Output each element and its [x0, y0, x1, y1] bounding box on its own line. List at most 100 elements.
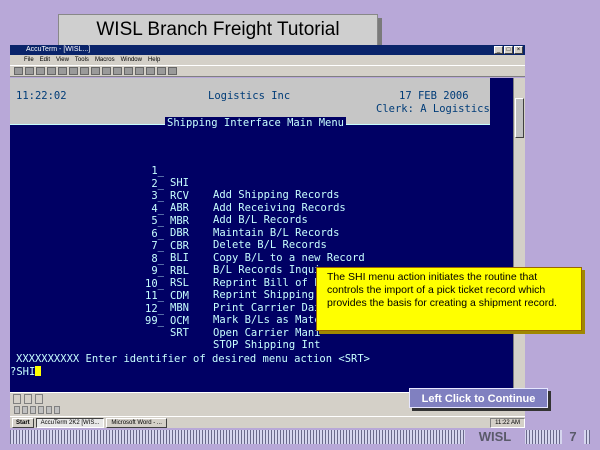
- page-number: 7: [562, 429, 584, 445]
- menu-item-code: MBR: [170, 214, 189, 227]
- menu-title: Shipping Interface Main Menu: [165, 117, 347, 129]
- menu-tools[interactable]: Tools: [75, 55, 89, 65]
- menu-item-number: 6_: [151, 227, 164, 240]
- task-word[interactable]: Microsoft Word - ...: [106, 417, 167, 428]
- menu-item-code: SRT: [170, 327, 189, 339]
- maximize-icon[interactable]: □: [504, 46, 513, 54]
- close-icon[interactable]: ×: [514, 46, 523, 54]
- menu-item-rbl[interactable]: 8_ RBL Reprint Bill of Lading: [10, 241, 352, 289]
- menu-item-mbr[interactable]: 4_ MBR Maintain B/L Records: [10, 191, 339, 239]
- quick-launch-item-3[interactable]: [30, 406, 36, 414]
- system-clock: 11:22 AM: [490, 417, 525, 428]
- menu-item-number: 7_: [151, 240, 164, 252]
- menu-item-code: DBR: [170, 227, 189, 239]
- continue-button[interactable]: Left Click to Continue: [409, 388, 548, 408]
- help-icon[interactable]: [168, 67, 177, 75]
- keyboard-icon[interactable]: [146, 67, 155, 75]
- copy-icon[interactable]: [69, 67, 78, 75]
- quick-launch-item-6[interactable]: [54, 406, 60, 414]
- new-icon[interactable]: [14, 67, 23, 75]
- menu-item-number: 8_: [151, 252, 164, 265]
- vertical-scrollbar[interactable]: [513, 78, 525, 392]
- window-titlebar: AccuTerm - [WISL...] _ □ ×: [10, 45, 525, 55]
- quick-launch-item-1[interactable]: [14, 406, 20, 414]
- menu-item-cbr[interactable]: 6_ CBR Copy B/L to a new Record: [10, 216, 364, 264]
- start-button[interactable]: Start: [12, 417, 34, 428]
- slide-title: WISL Branch Freight Tutorial: [58, 14, 378, 46]
- menu-item-desc: Delete B/L Records: [213, 239, 327, 251]
- disconnect-icon[interactable]: [102, 67, 111, 75]
- menu-macros[interactable]: Macros: [95, 55, 115, 65]
- toolbar: [10, 65, 525, 77]
- text-cursor: [35, 366, 42, 376]
- menu-item-code: BLI: [170, 252, 189, 264]
- menu-item-code: RBL: [170, 264, 189, 277]
- menu-item-desc: Add Receiving Records: [213, 201, 346, 214]
- transfer-icon[interactable]: [135, 67, 144, 75]
- menu-item-desc: Add B/L Records: [213, 214, 308, 226]
- status-segment-1: [13, 393, 21, 404]
- command-input-value: ?SHI: [10, 366, 36, 378]
- menu-item-code: RCV: [170, 189, 189, 202]
- menu-item-desc: Mark B/Ls as Matc: [213, 314, 321, 326]
- terminal-screen[interactable]: 11:22:02 Logistics Inc 17 FEB 2006 Clerk…: [10, 78, 513, 392]
- callout-note: The SHI menu action initiates the routin…: [316, 267, 582, 331]
- script-icon[interactable]: [157, 67, 166, 75]
- connect-icon[interactable]: [91, 67, 100, 75]
- scrollbar-thumb[interactable]: [515, 98, 524, 138]
- menu-item-number: 11_: [145, 290, 164, 302]
- menu-item-desc: STOP Shipping Int: [213, 339, 321, 351]
- menu-item-bli[interactable]: 7_ BLI B/L Records Inquiry: [10, 228, 333, 276]
- menu-item-number: 5_: [151, 215, 164, 227]
- cut-icon[interactable]: [58, 67, 67, 75]
- menu-item-srt[interactable]: 99_ SRT STOP Shipping Int: [10, 303, 320, 351]
- screen-date: 17 FEB 2006: [399, 90, 469, 102]
- settings-icon[interactable]: [113, 67, 122, 75]
- menu-item-code: CDM: [170, 289, 189, 302]
- menu-item-code: CBR: [170, 239, 189, 252]
- minimize-icon[interactable]: _: [494, 46, 503, 54]
- menu-help[interactable]: Help: [148, 55, 160, 65]
- menu-item-mbn[interactable]: 11_ MBN Mark B/Ls as Matc: [10, 278, 320, 326]
- menu-edit[interactable]: Edit: [40, 55, 50, 65]
- menu-window[interactable]: Window: [121, 55, 142, 65]
- menu-item-number: 12_: [145, 302, 164, 315]
- task-accuterm[interactable]: AccuTerm 2K2 [WIS...: [35, 417, 105, 428]
- window-controls: _ □ ×: [494, 46, 523, 54]
- quick-launch-item-2[interactable]: [22, 406, 28, 414]
- menu-item-rcv[interactable]: 2_ RCV Add Receiving Records: [10, 166, 345, 214]
- menu-item-rsl[interactable]: 9_ RSL Reprint Shipping Labels: [10, 253, 358, 301]
- print-icon[interactable]: [47, 67, 56, 75]
- window-title: AccuTerm - [WISL...]: [26, 46, 91, 53]
- capture-icon[interactable]: [124, 67, 133, 75]
- quick-launch-item-5[interactable]: [46, 406, 52, 414]
- footer-label: WISL: [465, 429, 525, 445]
- menu-item-ocm[interactable]: 12_ OCM Open Carrier Mani: [10, 291, 320, 339]
- menu-item-shi[interactable]: 1_ SHI Add Shipping Records: [10, 153, 339, 201]
- menu-item-number: 1_: [151, 165, 164, 177]
- menu-item-dbr[interactable]: 5_ DBR Delete B/L Records: [10, 203, 326, 251]
- action-prompt: XXXXXXXXXX Enter identifier of desired m…: [16, 353, 371, 365]
- menu-item-code: SHI: [170, 177, 189, 189]
- paste-icon[interactable]: [80, 67, 89, 75]
- menu-item-code: MBN: [170, 302, 189, 314]
- menu-item-number: 99_: [145, 315, 164, 327]
- screen-time: 11:22:02: [16, 90, 67, 102]
- menu-item-code: RSL: [170, 277, 189, 289]
- open-icon[interactable]: [25, 67, 34, 75]
- menu-item-number: 4_: [151, 202, 164, 215]
- menu-item-desc: Open Carrier Mani: [213, 326, 321, 339]
- menu-bar: File Edit View Tools Macros Window Help: [10, 55, 525, 65]
- save-icon[interactable]: [36, 67, 45, 75]
- menu-item-desc: Maintain B/L Records: [213, 226, 340, 239]
- taskbar: Start AccuTerm 2K2 [WIS... Microsoft Wor…: [10, 416, 525, 428]
- menu-item-desc: Add Shipping Records: [213, 189, 340, 201]
- command-input[interactable]: ?SHI: [10, 366, 42, 378]
- menu-item-cdm[interactable]: 10_ CDM Print Carrier Dai: [10, 266, 320, 314]
- menu-item-abr[interactable]: 3_ ABR Add B/L Records: [10, 178, 307, 226]
- menu-file[interactable]: File: [24, 55, 34, 65]
- menu-view[interactable]: View: [56, 55, 69, 65]
- menu-item-desc: Copy B/L to a new Record: [213, 251, 365, 264]
- menu-item-number: 10_: [145, 277, 164, 290]
- quick-launch-item-4[interactable]: [38, 406, 44, 414]
